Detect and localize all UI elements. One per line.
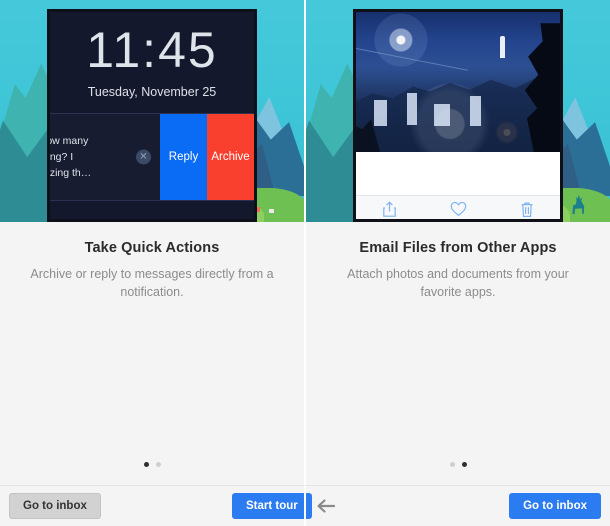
photo-caption-area: [356, 152, 560, 195]
onboarding-screenshot: 11:45 Tuesday, November 25 low many ring…: [0, 0, 610, 526]
notification-text: low many ring? I ezing th…: [47, 134, 92, 180]
page-indicator-left[interactable]: [0, 462, 304, 467]
photo-share-card-mock: [353, 9, 563, 222]
tower-shape: [499, 35, 505, 58]
page-indicator-right[interactable]: [306, 462, 610, 467]
lockscreen-clock: 11:45: [86, 22, 218, 78]
panel-description: Attach photos and documents from your fa…: [347, 267, 569, 300]
notification-banner[interactable]: low many ring? I ezing th… ✕ Reply Archi…: [50, 113, 254, 201]
panel-description: Archive or reply to messages directly fr…: [30, 267, 274, 300]
trash-icon[interactable]: [520, 201, 534, 218]
heart-icon[interactable]: [450, 202, 467, 217]
onboarding-panel-email-files: Email Files from Other Apps Attach photo…: [306, 0, 610, 485]
close-x-icon[interactable]: ✕: [136, 149, 151, 165]
share-icon[interactable]: [382, 201, 397, 218]
hero-illustration-right: [306, 0, 610, 222]
go-to-inbox-button-right[interactable]: Go to inbox: [509, 492, 601, 520]
onboarding-panel-take-quick-actions: 11:45 Tuesday, November 25 low many ring…: [0, 0, 304, 485]
tiny-house-shape: [269, 209, 274, 213]
bottom-bar-divider: [304, 486, 306, 526]
photo-action-toolbar: [356, 195, 560, 219]
panel-caption-left: Take Quick Actions Archive or reply to m…: [0, 222, 304, 302]
panel-title: Email Files from Other Apps: [359, 240, 557, 256]
hero-illustration-left: 11:45 Tuesday, November 25 low many ring…: [0, 0, 304, 222]
bottom-action-bar: Go to inbox Start tour Go to inbox: [0, 485, 610, 526]
panel-caption-right: Email Files from Other Apps Attach photo…: [306, 222, 610, 302]
start-tour-button[interactable]: Start tour: [232, 492, 312, 520]
panel-title: Take Quick Actions: [84, 240, 220, 256]
phone-lockscreen-mock: 11:45 Tuesday, November 25 low many ring…: [47, 9, 257, 222]
notification-body: low many ring? I ezing th… ✕: [50, 114, 160, 200]
building-shape: [433, 104, 450, 127]
page-dot[interactable]: [143, 462, 149, 467]
page-dot[interactable]: [461, 462, 467, 467]
building-shape: [374, 100, 388, 127]
notification-action-reply[interactable]: Reply: [160, 114, 207, 200]
lockscreen-date: Tuesday, November 25: [87, 85, 217, 99]
arrow-left-icon[interactable]: [315, 495, 337, 517]
night-cityscape-photo: [356, 12, 560, 152]
building-shape: [470, 96, 482, 126]
page-dot[interactable]: [449, 462, 455, 467]
building-shape: [407, 93, 417, 126]
panels-row: 11:45 Tuesday, November 25 low many ring…: [0, 0, 610, 485]
notification-action-archive[interactable]: Archive: [207, 114, 254, 200]
go-to-inbox-button-left[interactable]: Go to inbox: [9, 492, 101, 520]
page-dot[interactable]: [155, 462, 161, 467]
